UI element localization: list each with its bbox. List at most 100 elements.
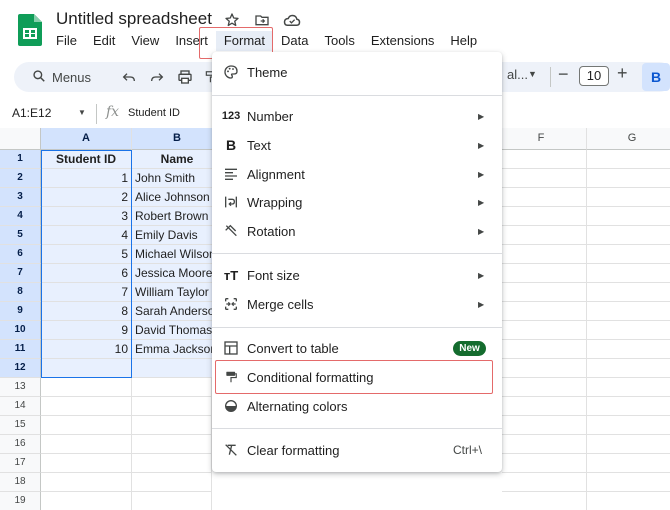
row-header[interactable]: 2 bbox=[0, 169, 41, 188]
menu-item-clear-formatting[interactable]: Clear formatting Ctrl+\ bbox=[212, 436, 502, 464]
table-cell-id[interactable]: 2 bbox=[41, 188, 132, 207]
table-cell-name[interactable]: David Thomas bbox=[132, 321, 223, 340]
table-cell-name[interactable]: Michael Wilson bbox=[132, 245, 223, 264]
cell-b12[interactable] bbox=[132, 359, 223, 378]
menu-extensions[interactable]: Extensions bbox=[363, 31, 443, 51]
menu-view[interactable]: View bbox=[123, 31, 167, 51]
menu-item-wrapping[interactable]: Wrapping ▶ bbox=[212, 188, 502, 216]
menu-item-text[interactable]: B Text ▶ bbox=[212, 131, 502, 159]
row-header[interactable]: 9 bbox=[0, 302, 41, 321]
row-header[interactable]: 12 bbox=[0, 359, 41, 378]
menu-item-theme[interactable]: Theme bbox=[212, 58, 502, 86]
menu-item-rotation[interactable]: Rotation ▶ bbox=[212, 217, 502, 245]
menu-data[interactable]: Data bbox=[273, 31, 316, 51]
table-cell-name[interactable]: John Smith bbox=[132, 169, 223, 188]
bold-button[interactable]: B bbox=[642, 63, 670, 91]
name-box-dropdown-icon[interactable]: ▼ bbox=[78, 108, 86, 117]
cell-a12[interactable] bbox=[41, 359, 132, 378]
empty-cells-a[interactable] bbox=[41, 378, 132, 510]
row-header[interactable]: 4 bbox=[0, 207, 41, 226]
column-header-a[interactable]: A bbox=[41, 128, 132, 150]
table-cell-name[interactable]: Jessica Moore bbox=[132, 264, 223, 283]
font-size-input[interactable]: 10 bbox=[579, 66, 609, 86]
menu-divider bbox=[212, 327, 502, 328]
menu-item-number[interactable]: 123 Number ▶ bbox=[212, 102, 502, 130]
column-header-f[interactable]: F bbox=[496, 128, 587, 150]
row-header[interactable]: 7 bbox=[0, 264, 41, 283]
cell-b1[interactable]: Name bbox=[132, 150, 223, 169]
row-header[interactable]: 8 bbox=[0, 283, 41, 302]
text-rotation-icon bbox=[222, 222, 240, 240]
select-all-corner[interactable] bbox=[0, 128, 41, 150]
table-cell-id[interactable]: 5 bbox=[41, 245, 132, 264]
table-cell-id[interactable]: 3 bbox=[41, 207, 132, 226]
menu-item-alignment[interactable]: Alignment ▶ bbox=[212, 160, 502, 188]
submenu-arrow-icon: ▶ bbox=[478, 169, 485, 179]
number-format-icon: 123 bbox=[221, 110, 241, 122]
row-header[interactable]: 15 bbox=[0, 416, 41, 435]
print-icon[interactable] bbox=[176, 68, 194, 86]
menu-divider bbox=[212, 428, 502, 429]
empty-cells-f[interactable] bbox=[502, 150, 587, 510]
submenu-arrow-icon: ▶ bbox=[478, 197, 485, 207]
menu-file[interactable]: File bbox=[48, 31, 85, 51]
table-cell-id[interactable]: 1 bbox=[41, 169, 132, 188]
row-header[interactable]: 10 bbox=[0, 321, 41, 340]
new-badge: New bbox=[453, 340, 486, 356]
menu-tools[interactable]: Tools bbox=[316, 31, 362, 51]
sheets-logo-icon[interactable] bbox=[18, 14, 42, 46]
menu-item-label: Rotation bbox=[247, 223, 296, 239]
table-cell-name[interactable]: Alice Johnson bbox=[132, 188, 223, 207]
alternating-colors-icon bbox=[222, 397, 240, 415]
row-header[interactable]: 6 bbox=[0, 245, 41, 264]
menu-item-alternating-colors[interactable]: Alternating colors bbox=[212, 392, 502, 420]
merge-cells-icon bbox=[222, 295, 240, 313]
cell-a1[interactable]: Student ID bbox=[41, 150, 132, 169]
row-header[interactable]: 5 bbox=[0, 226, 41, 245]
font-family-select[interactable]: al... bbox=[507, 67, 528, 82]
search-menus-button[interactable]: Menus bbox=[22, 64, 110, 90]
table-cell-id[interactable]: 9 bbox=[41, 321, 132, 340]
keyboard-shortcut: Ctrl+\ bbox=[453, 443, 483, 457]
menu-item-font-size[interactable]: тT Font size ▶ bbox=[212, 261, 502, 289]
row-header[interactable]: 14 bbox=[0, 397, 41, 416]
table-cell-id[interactable]: 6 bbox=[41, 264, 132, 283]
font-family-dropdown-icon[interactable]: ▼ bbox=[528, 69, 537, 79]
empty-cells-b[interactable] bbox=[132, 378, 212, 510]
table-cell-name[interactable]: Emma Jackson bbox=[132, 340, 223, 359]
row-header[interactable]: 13 bbox=[0, 378, 41, 397]
table-cell-name[interactable]: Robert Brown bbox=[132, 207, 223, 226]
menu-item-merge-cells[interactable]: Merge cells ▶ bbox=[212, 290, 502, 318]
table-cell-name[interactable]: William Taylor bbox=[132, 283, 223, 302]
row-header[interactable]: 11 bbox=[0, 340, 41, 359]
decrease-font-size-icon[interactable]: − bbox=[558, 64, 569, 85]
table-cell-id[interactable]: 8 bbox=[41, 302, 132, 321]
redo-icon[interactable] bbox=[148, 68, 166, 86]
row-header[interactable]: 19 bbox=[0, 492, 41, 510]
submenu-arrow-icon: ▶ bbox=[478, 140, 485, 150]
column-header-b[interactable]: B bbox=[132, 128, 223, 150]
increase-font-size-icon[interactable]: + bbox=[617, 63, 628, 84]
row-header[interactable]: 1 bbox=[0, 150, 41, 169]
formula-bar-divider bbox=[96, 104, 97, 124]
table-cell-id[interactable]: 10 bbox=[41, 340, 132, 359]
table-cell-name[interactable]: Emily Davis bbox=[132, 226, 223, 245]
table-cell-id[interactable]: 4 bbox=[41, 226, 132, 245]
row-header[interactable]: 18 bbox=[0, 473, 41, 492]
formula-input[interactable]: Student ID bbox=[128, 107, 180, 119]
row-header[interactable]: 16 bbox=[0, 435, 41, 454]
table-cell-name[interactable]: Sarah Anderson bbox=[132, 302, 223, 321]
empty-cells-g[interactable] bbox=[587, 150, 670, 510]
column-header-g[interactable]: G bbox=[587, 128, 670, 150]
table-cell-id[interactable]: 7 bbox=[41, 283, 132, 302]
menu-edit[interactable]: Edit bbox=[85, 31, 123, 51]
menu-item-convert-to-table[interactable]: Convert to table New bbox=[212, 334, 502, 362]
row-header[interactable]: 17 bbox=[0, 454, 41, 473]
undo-icon[interactable] bbox=[120, 68, 138, 86]
align-left-icon bbox=[222, 165, 240, 183]
name-box[interactable]: A1:E12 bbox=[12, 106, 51, 120]
cloud-status-icon[interactable] bbox=[282, 10, 302, 30]
menu-help[interactable]: Help bbox=[442, 31, 485, 51]
document-title[interactable]: Untitled spreadsheet bbox=[56, 9, 212, 29]
row-header[interactable]: 3 bbox=[0, 188, 41, 207]
